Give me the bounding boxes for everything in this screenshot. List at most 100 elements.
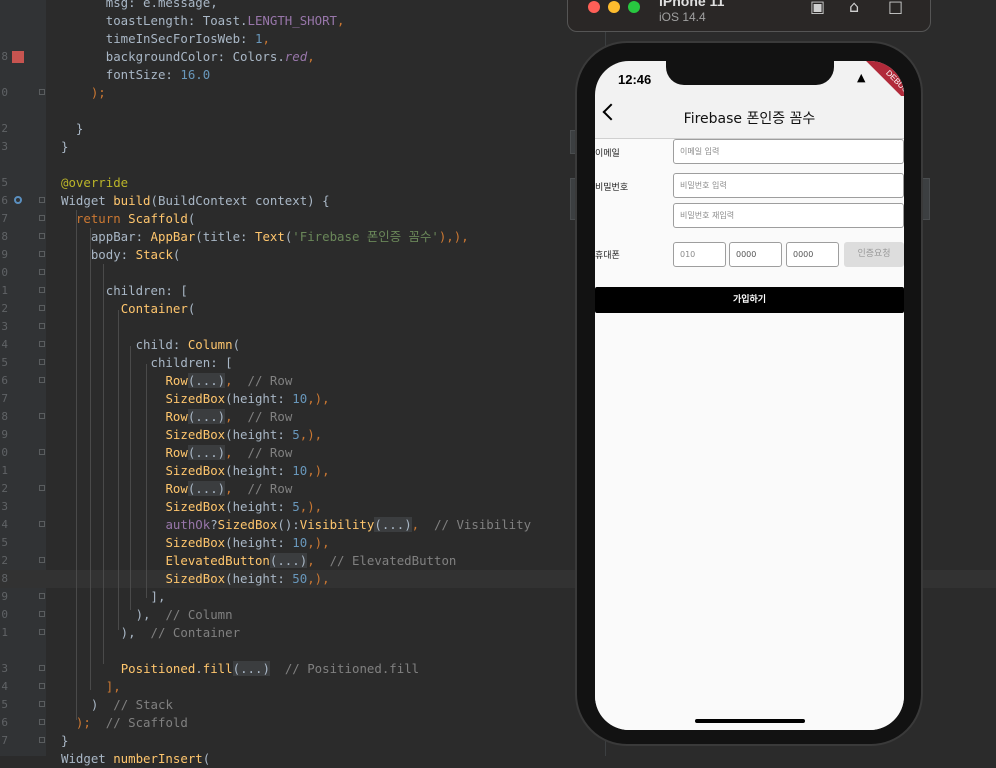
fold-toggle-icon[interactable] <box>39 197 45 203</box>
screenshot-icon[interactable]: ▣ <box>810 0 825 16</box>
code-token: fill <box>202 661 233 676</box>
code-text: msg: e.message, <box>61 0 218 12</box>
code-token: ElevatedButton <box>165 553 270 568</box>
fold-toggle-icon[interactable] <box>39 287 45 293</box>
code-token: , <box>225 373 248 388</box>
close-window-button[interactable] <box>588 1 600 13</box>
code-token: ? <box>210 517 218 532</box>
signup-button[interactable]: 가입하기 <box>595 287 904 313</box>
code-token: Column <box>187 337 233 352</box>
code-text: authOk?SizedBox():Visibility(...), // Vi… <box>61 516 531 534</box>
password-field[interactable]: 비밀번호 입력 <box>673 173 904 198</box>
line-number: 8 <box>1 230 8 243</box>
code-token: Row <box>165 445 188 460</box>
code-token: msg: e.message, <box>61 0 218 10</box>
status-time: 12:46 <box>618 72 652 87</box>
code-token: (BuildContext context) { <box>150 193 330 208</box>
fold-toggle-icon[interactable] <box>39 737 45 743</box>
breakpoint-icon[interactable] <box>12 51 24 63</box>
fold-toggle-icon[interactable] <box>39 719 45 725</box>
code-text: SizedBox(height: 5,), <box>61 426 322 444</box>
code-token: // Positioned.fill <box>269 661 420 676</box>
code-text: ); // Scaffold <box>61 714 188 732</box>
code-token: body: <box>61 247 136 262</box>
app-bar-title: Firebase 폰인증 꼼수 <box>683 111 816 127</box>
fold-toggle-icon[interactable] <box>39 485 45 491</box>
code-text: children: [ <box>61 282 188 300</box>
line-number: 3 <box>1 662 8 675</box>
fold-toggle-icon[interactable] <box>39 665 45 671</box>
fold-toggle-icon[interactable] <box>39 215 45 221</box>
code-line[interactable]: Widget numberInsert( <box>0 750 996 768</box>
code-token: SizedBox <box>165 499 226 514</box>
code-token: Row <box>165 409 188 424</box>
code-token: } <box>61 733 69 748</box>
code-token: backgroundColor: Colors. <box>61 49 285 64</box>
fold-toggle-icon[interactable] <box>39 89 45 95</box>
code-text: Widget numberInsert( <box>61 750 210 768</box>
code-token: SizedBox <box>165 391 226 406</box>
fold-toggle-icon[interactable] <box>39 611 45 617</box>
code-token: (...) <box>269 553 308 568</box>
fold-toggle-icon[interactable] <box>39 341 45 347</box>
phone-prefix-field[interactable]: 010 <box>673 242 726 267</box>
override-icon[interactable] <box>14 196 22 204</box>
line-number: 6 <box>1 716 8 729</box>
line-number: 0 <box>1 608 8 621</box>
device-name: iPhone 11 <box>659 0 725 9</box>
code-token: Row <box>165 481 188 496</box>
code-text: appBar: AppBar(title: Text('Firebase 폰인증… <box>61 228 469 246</box>
phone-last-field[interactable]: 0000 <box>786 242 839 267</box>
fold-toggle-icon[interactable] <box>39 359 45 365</box>
password-confirm-field[interactable]: 비밀번호 재입력 <box>673 203 904 228</box>
rotate-icon[interactable]: □ <box>888 0 903 16</box>
line-number: 5 <box>1 356 8 369</box>
fold-toggle-icon[interactable] <box>39 305 45 311</box>
indent-guide <box>76 210 77 720</box>
line-number: 5 <box>1 536 8 549</box>
email-field[interactable]: 이메일 입력 <box>673 139 904 164</box>
simulator-titlebar: iPhone 11 iOS 14.4 ▣ ⌂ □ <box>567 0 931 32</box>
line-number: 6 <box>1 194 8 207</box>
fold-toggle-icon[interactable] <box>39 413 45 419</box>
request-auth-button[interactable]: 인증요청 <box>844 242 904 267</box>
code-token: (...) <box>187 445 226 460</box>
app-bar: Firebase 폰인증 꼼수 <box>595 96 904 139</box>
code-text: toastLength: Toast.LENGTH_SHORT, <box>61 12 345 30</box>
code-token: (height: <box>225 463 293 478</box>
code-token: ( <box>187 301 196 316</box>
phone-middle-field[interactable]: 0000 <box>729 242 782 267</box>
code-token: Widget <box>61 751 114 766</box>
fold-toggle-icon[interactable] <box>39 683 45 689</box>
zoom-window-button[interactable] <box>628 1 640 13</box>
fold-toggle-icon[interactable] <box>39 521 45 527</box>
fold-toggle-icon[interactable] <box>39 323 45 329</box>
code-token: // Row <box>247 445 293 460</box>
line-number: 7 <box>1 392 8 405</box>
email-label: 이메일 <box>595 149 620 159</box>
fold-toggle-icon[interactable] <box>39 251 45 257</box>
line-number: 4 <box>1 338 8 351</box>
fold-toggle-icon[interactable] <box>39 233 45 239</box>
code-token: 5 <box>292 499 300 514</box>
fold-toggle-icon[interactable] <box>39 701 45 707</box>
code-token: toastLength: Toast. <box>61 13 248 28</box>
fold-toggle-icon[interactable] <box>39 269 45 275</box>
code-text: ); <box>61 84 106 102</box>
side-tab[interactable] <box>922 178 930 220</box>
code-token: SizedBox <box>165 535 226 550</box>
code-token: ), <box>61 607 151 622</box>
indent-guide <box>90 228 91 690</box>
home-icon[interactable]: ⌂ <box>849 0 859 16</box>
code-token: , <box>225 409 248 424</box>
fold-toggle-icon[interactable] <box>39 449 45 455</box>
fold-toggle-icon[interactable] <box>39 377 45 383</box>
code-token: Stack <box>135 247 173 262</box>
fold-toggle-icon[interactable] <box>39 593 45 599</box>
code-text: ) // Stack <box>61 696 173 714</box>
fold-toggle-icon[interactable] <box>39 629 45 635</box>
code-text: fontSize: 16.0 <box>61 66 210 84</box>
minimize-window-button[interactable] <box>608 1 620 13</box>
code-token: (...) <box>187 481 226 496</box>
fold-toggle-icon[interactable] <box>39 557 45 563</box>
